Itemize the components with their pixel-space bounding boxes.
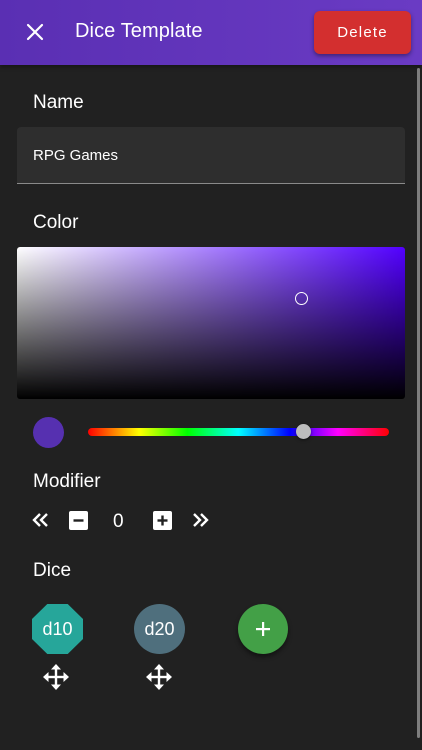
- increase-button[interactable]: [151, 509, 173, 531]
- hue-slider[interactable]: [88, 428, 389, 436]
- color-picker-handle[interactable]: [295, 292, 308, 305]
- move-icon[interactable]: [146, 664, 172, 690]
- delete-button[interactable]: Delete: [314, 11, 411, 54]
- close-icon: [26, 23, 44, 41]
- decrease-more-button[interactable]: [30, 509, 52, 531]
- hue-slider-thumb[interactable]: [296, 424, 311, 439]
- dice-template-screen: Dice Template Delete Name Color Modifier…: [0, 0, 422, 750]
- modifier-value: 0: [113, 511, 124, 532]
- decrease-button[interactable]: [67, 509, 89, 531]
- close-button[interactable]: [20, 17, 50, 47]
- name-field[interactable]: [17, 127, 405, 184]
- plus-icon: [256, 622, 270, 636]
- plus-box-icon: [152, 510, 172, 530]
- increase-more-button[interactable]: [189, 509, 211, 531]
- name-label: Name: [33, 92, 84, 113]
- app-bar: Dice Template Delete: [0, 0, 422, 65]
- saturation-value-picker[interactable]: [17, 247, 405, 399]
- name-input[interactable]: [33, 144, 393, 166]
- double-chevron-right-icon: [193, 513, 209, 527]
- modifier-label: Modifier: [33, 471, 101, 492]
- color-label: Color: [33, 212, 79, 233]
- move-icon[interactable]: [43, 664, 69, 690]
- color-preview-swatch: [33, 417, 64, 448]
- die-d20[interactable]: d20: [134, 604, 185, 654]
- dice-label: Dice: [33, 560, 72, 581]
- scrollbar[interactable]: [417, 68, 420, 738]
- minus-box-icon: [68, 510, 88, 530]
- double-chevron-left-icon: [32, 513, 48, 527]
- die-d10[interactable]: d10: [32, 604, 83, 654]
- page-title: Dice Template: [75, 20, 203, 42]
- add-die-button[interactable]: [238, 604, 288, 654]
